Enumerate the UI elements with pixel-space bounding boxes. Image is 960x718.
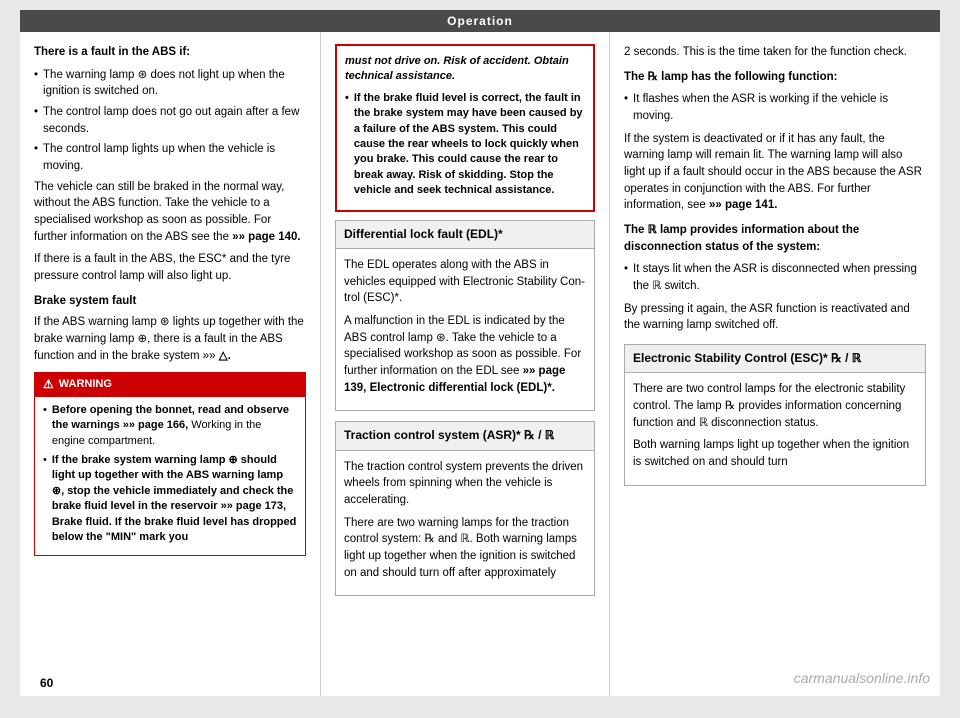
- traction-text-1: The traction control system prevents the…: [344, 459, 586, 509]
- disconnection-bullet: It stays lit when the ASR is disconnecte…: [624, 261, 926, 294]
- middle-column: must not drive on. Risk of accident. Obt…: [320, 32, 610, 696]
- header-title: Operation: [447, 14, 513, 28]
- must-not-box: must not drive on. Risk of accident. Obt…: [335, 44, 595, 212]
- traction-text-2: There are two warning lamps for the trac…: [344, 515, 586, 582]
- must-not-text: must not drive on. Risk of accident. Obt…: [345, 54, 585, 85]
- edl-text-2: A malfunction in the EDL is indicated by…: [344, 313, 586, 396]
- right-column: 2 seconds. This is the time taken for th…: [610, 32, 940, 696]
- watermark: carmanualsonline.info: [794, 670, 930, 686]
- edl-content: The EDL operates along with the ABS in v…: [336, 249, 594, 410]
- edl-section-box: Differential lock fault (EDL)* The EDL o…: [335, 220, 595, 412]
- brake-text: If the ABS warning lamp ⊛ lights up toge…: [34, 314, 306, 364]
- page-header: Operation: [20, 10, 940, 32]
- lamp-function-bullet: It flashes when the ASR is working if th…: [624, 91, 926, 124]
- warning-label: WARNING: [59, 377, 112, 393]
- content-area: There is a fault in the ABS if: The warn…: [20, 32, 940, 696]
- fault-bullet-1: The warning lamp ⊛ does not light up whe…: [34, 67, 306, 100]
- traction-title: Traction control system (ASR)* ℞ / ℝ: [336, 422, 594, 450]
- esc-text-1: There are two control lamps for the elec…: [633, 381, 917, 431]
- must-not-bullet: If the brake fluid level is correct, the…: [345, 91, 585, 199]
- fault-bullet-3: The control lamp lights up when the vehi…: [34, 141, 306, 174]
- normal-brake-text: The vehicle can still be braked in the n…: [34, 179, 306, 246]
- disconnection-title: The ℝ lamp provides information about th…: [624, 222, 926, 255]
- warning-box: WARNING Before opening the bonnet, read …: [34, 372, 306, 556]
- pressing-text: By pressing it again, the ASR function i…: [624, 301, 926, 334]
- esc-section: Electronic Stability Control (ESC)* ℞ / …: [624, 344, 926, 486]
- brake-section-title: Brake system fault: [34, 293, 306, 310]
- esc-content: There are two control lamps for the elec…: [624, 372, 926, 485]
- traction-content: The traction control system prevents the…: [336, 451, 594, 596]
- traction-section-box: Traction control system (ASR)* ℞ / ℝ The…: [335, 421, 595, 596]
- seconds-text: 2 seconds. This is the time taken for th…: [624, 44, 926, 61]
- lamp-function-title: The ℞ lamp has the following function:: [624, 69, 926, 86]
- warning-bullet-2: If the brake system warning lamp ⊕ shoul…: [43, 453, 297, 545]
- edl-title: Differential lock fault (EDL)*: [336, 221, 594, 249]
- fault-bullet-2: The control lamp does not go out again a…: [34, 104, 306, 137]
- warning-bullet-1: Before opening the bonnet, read and obse…: [43, 403, 297, 449]
- page: Operation There is a fault in the ABS if…: [20, 10, 940, 696]
- page-number: 60: [40, 676, 53, 690]
- deactivated-text: If the system is deactivated or if it ha…: [624, 131, 926, 214]
- edl-text-1: The EDL operates along with the ABS in v…: [344, 257, 586, 307]
- esc-title: Electronic Stability Control (ESC)* ℞ / …: [624, 344, 926, 372]
- esc-fault-text: If there is a fault in the ABS, the ESC*…: [34, 251, 306, 284]
- fault-title: There is a fault in the ABS if:: [34, 44, 306, 61]
- esc-text-2: Both warning lamps light up together whe…: [633, 437, 917, 470]
- warning-content: Before opening the bonnet, read and obse…: [35, 397, 305, 556]
- left-column: There is a fault in the ABS if: The warn…: [20, 32, 320, 696]
- warning-header: WARNING: [35, 373, 305, 396]
